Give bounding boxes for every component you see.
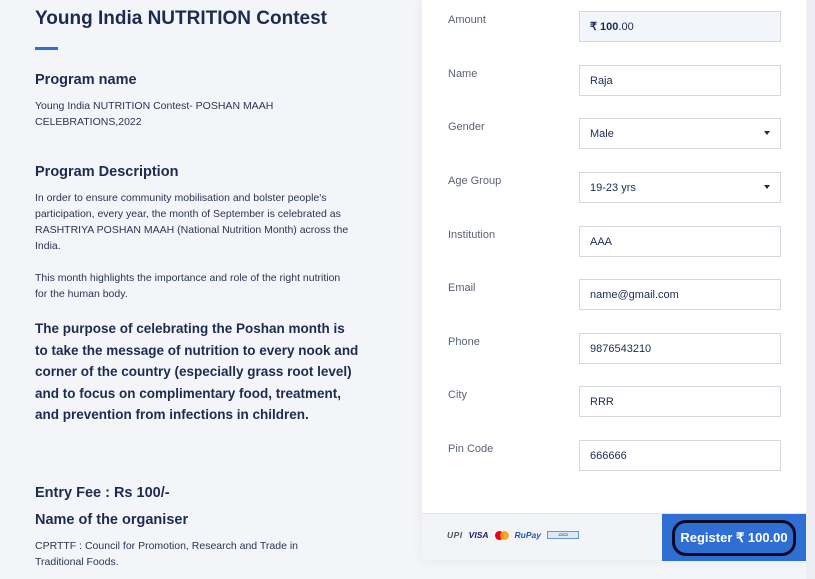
purpose-text: The purpose of celebrating the Poshan mo… xyxy=(35,321,359,422)
chevron-down-icon xyxy=(764,185,770,189)
amount-value: ₹ 100 xyxy=(590,21,619,33)
amount-field: ₹ 100.00 xyxy=(579,11,781,42)
age-group-value: 19-23 yrs xyxy=(590,181,636,194)
upi-logo: UPI xyxy=(447,530,463,540)
organiser-heading: Name of the organiser xyxy=(35,512,189,528)
register-button[interactable]: Register ₹ 100.00 xyxy=(662,514,806,561)
register-button-label: Register ₹ 100.00 xyxy=(672,519,796,556)
name-label: Name xyxy=(448,68,478,80)
name-input[interactable]: Raja xyxy=(579,65,781,96)
rupay-logo: RuPay xyxy=(514,530,541,540)
city-row: City RRR xyxy=(448,386,781,418)
gender-row: Gender Male xyxy=(448,118,781,150)
pin-code-row: Pin Code 666666 xyxy=(448,440,781,472)
chevron-down-icon xyxy=(764,131,770,135)
entry-fee: Entry Fee : Rs 100/- xyxy=(35,485,170,501)
payment-logos: UPI VISA RuPay ▭▭ xyxy=(447,528,579,542)
organiser-text: CPRTTF : Council for Promotion, Research… xyxy=(35,540,298,568)
description-paragraph-1: In order to ensure community mobilisatio… xyxy=(35,192,349,252)
title-underline xyxy=(35,47,58,50)
age-group-select[interactable]: 19-23 yrs xyxy=(579,172,781,203)
gender-select[interactable]: Male xyxy=(579,118,781,149)
phone-row: Phone 9876543210 xyxy=(448,333,781,365)
phone-label: Phone xyxy=(448,336,480,348)
registration-form: Amount ₹ 100.00 Name Raja Gender Male Ag… xyxy=(422,0,806,561)
institution-label: Institution xyxy=(448,229,496,241)
program-name-text: Young India NUTRITION Contest- POSHAN MA… xyxy=(35,100,274,128)
description-paragraph-2: This month highlights the importance and… xyxy=(35,272,341,300)
mastercard-icon xyxy=(494,530,509,540)
institution-input[interactable]: AAA xyxy=(579,226,781,257)
payment-footer: UPI VISA RuPay ▭▭ Register ₹ 100.00 xyxy=(422,513,806,561)
age-group-label: Age Group xyxy=(448,175,502,187)
email-input[interactable]: name@gmail.com xyxy=(579,279,781,310)
pin-code-input[interactable]: 666666 xyxy=(579,440,781,471)
amount-row: Amount ₹ 100.00 xyxy=(448,11,781,43)
program-description-heading: Program Description xyxy=(35,164,179,180)
phone-input[interactable]: 9876543210 xyxy=(579,333,781,364)
pin-code-label: Pin Code xyxy=(448,443,494,455)
city-label: City xyxy=(448,389,467,401)
page-title: Young India NUTRITION Contest xyxy=(35,8,328,29)
gender-value: Male xyxy=(590,127,614,140)
email-row: Email name@gmail.com xyxy=(448,279,781,311)
program-details: Young India NUTRITION Contest Program na… xyxy=(0,0,400,579)
city-input[interactable]: RRR xyxy=(579,386,781,417)
page-edge xyxy=(806,0,815,579)
amount-label: Amount xyxy=(448,14,486,26)
age-group-row: Age Group 19-23 yrs xyxy=(448,172,781,204)
name-row: Name Raja xyxy=(448,65,781,97)
netbanking-icon: ▭▭ xyxy=(546,531,579,539)
visa-logo: VISA xyxy=(468,530,489,540)
amount-decimals: .00 xyxy=(618,20,634,33)
gender-label: Gender xyxy=(448,121,485,133)
email-label: Email xyxy=(448,282,476,294)
program-name-heading: Program name xyxy=(35,72,137,88)
institution-row: Institution AAA xyxy=(448,226,781,258)
